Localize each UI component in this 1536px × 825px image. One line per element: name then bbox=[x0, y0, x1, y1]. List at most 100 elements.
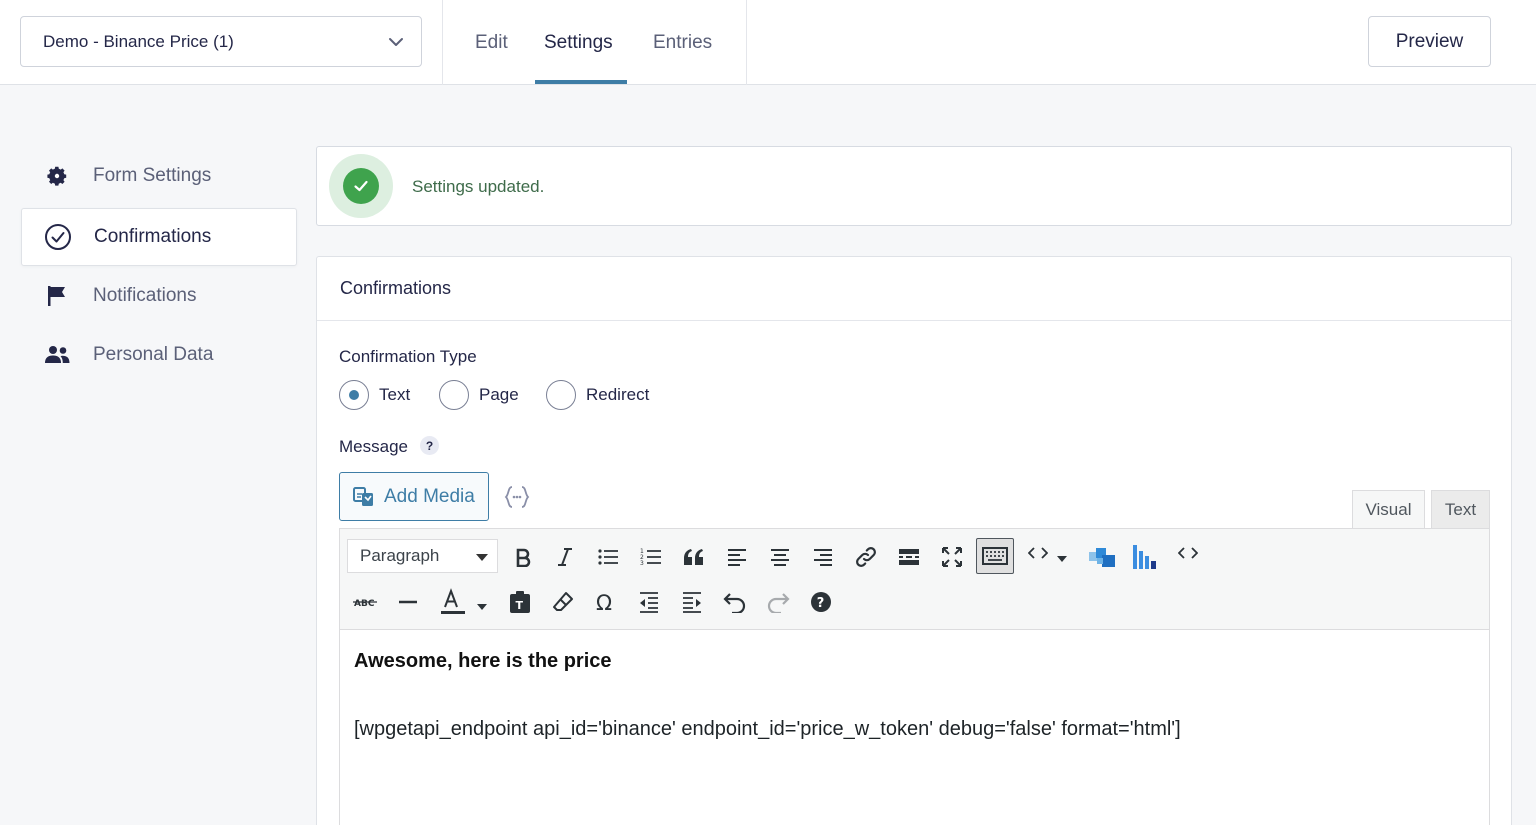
align-right-icon bbox=[814, 549, 832, 566]
strikethrough-button[interactable]: ABC bbox=[348, 585, 382, 619]
add-media-label: Add Media bbox=[384, 485, 475, 507]
text-color-caret[interactable] bbox=[470, 590, 494, 624]
form-switcher-dropdown[interactable]: Demo - Binance Price (1) bbox=[20, 16, 422, 67]
radio-label: Text bbox=[379, 385, 411, 404]
radio-circle bbox=[439, 380, 469, 410]
text-color-button[interactable] bbox=[434, 585, 468, 619]
source-code-button[interactable] bbox=[1171, 536, 1205, 570]
top-bar: Demo - Binance Price (1) Edit Settings E… bbox=[0, 0, 1536, 85]
svg-text:3: 3 bbox=[640, 560, 644, 567]
message-label: Message bbox=[339, 437, 408, 456]
gear-icon bbox=[43, 162, 71, 190]
indent-icon bbox=[683, 592, 701, 613]
undo-icon bbox=[723, 593, 746, 613]
divider bbox=[746, 0, 747, 85]
toolbar-toggle-button[interactable] bbox=[976, 538, 1014, 574]
svg-text:ABC: ABC bbox=[354, 599, 375, 609]
sidebar-item-form-settings[interactable]: Form Settings bbox=[21, 147, 297, 205]
editor-shortcode: [wpgetapi_endpoint api_id='binance' endp… bbox=[354, 718, 1181, 740]
media-icon bbox=[353, 486, 373, 506]
merge-tags-icon[interactable] bbox=[503, 484, 531, 510]
tab-entries[interactable]: Entries bbox=[653, 0, 712, 85]
align-center-icon bbox=[771, 549, 789, 566]
insert-link-button[interactable] bbox=[849, 540, 883, 574]
users-icon bbox=[43, 341, 71, 369]
help-icon[interactable]: ? bbox=[420, 436, 439, 455]
indent-button[interactable] bbox=[675, 585, 709, 619]
horizontal-line-button[interactable] bbox=[391, 585, 425, 619]
sidebar-item-notifications[interactable]: Notifications bbox=[21, 267, 297, 325]
paste-text-button[interactable]: T bbox=[503, 585, 537, 619]
bar-chart-icon bbox=[1133, 545, 1156, 569]
sidebar-item-label: Confirmations bbox=[94, 226, 212, 247]
code-embed-caret[interactable] bbox=[1050, 542, 1074, 576]
undo-button[interactable] bbox=[718, 585, 752, 619]
align-right-button[interactable] bbox=[806, 540, 840, 574]
align-center-button[interactable] bbox=[763, 540, 797, 574]
radio-text[interactable]: Text bbox=[339, 380, 410, 410]
clipboard-icon: T bbox=[510, 591, 530, 613]
bullet-list-button[interactable] bbox=[591, 540, 625, 574]
radio-page[interactable]: Page bbox=[439, 380, 519, 410]
italic-icon bbox=[558, 548, 572, 566]
strikethrough-icon: ABC bbox=[353, 599, 377, 609]
caret-down-icon bbox=[476, 554, 488, 561]
bullet-list-icon bbox=[598, 549, 618, 565]
radio-circle bbox=[546, 380, 576, 410]
puzzle-blocks-icon bbox=[1089, 548, 1115, 567]
code-icon bbox=[1178, 547, 1198, 559]
special-character-button[interactable]: Ω bbox=[589, 585, 623, 619]
radio-selected-dot bbox=[349, 390, 359, 400]
numbered-list-button[interactable]: 123 bbox=[634, 540, 668, 574]
tab-settings[interactable]: Settings bbox=[544, 0, 613, 85]
svg-text:T: T bbox=[516, 599, 524, 612]
fullscreen-icon bbox=[942, 547, 962, 567]
divider bbox=[442, 0, 443, 85]
omega-icon: Ω bbox=[596, 591, 612, 613]
keyboard-icon bbox=[982, 547, 1008, 565]
caret-down-icon bbox=[1057, 556, 1067, 562]
active-tab-indicator bbox=[535, 80, 627, 84]
sidebar-item-personal-data[interactable]: Personal Data bbox=[21, 326, 297, 384]
read-more-button[interactable] bbox=[892, 540, 926, 574]
blockquote-button[interactable] bbox=[677, 540, 711, 574]
bold-button[interactable] bbox=[506, 540, 540, 574]
outdent-button[interactable] bbox=[632, 585, 666, 619]
preview-button[interactable]: Preview bbox=[1368, 16, 1491, 67]
align-left-button[interactable] bbox=[720, 540, 754, 574]
tab-entries-label: Entries bbox=[653, 31, 713, 53]
redo-button[interactable] bbox=[761, 585, 795, 619]
insert-widget-button[interactable] bbox=[1085, 540, 1119, 574]
tab-text[interactable]: Text bbox=[1431, 490, 1490, 529]
radio-redirect[interactable]: Redirect bbox=[546, 380, 649, 410]
flag-icon bbox=[43, 282, 71, 310]
insert-chart-button[interactable] bbox=[1128, 540, 1162, 574]
message-editor[interactable]: Awesome, here is the price [wpgetapi_end… bbox=[339, 630, 1490, 825]
svg-text:Ω: Ω bbox=[596, 591, 612, 613]
eraser-icon bbox=[553, 592, 573, 611]
radio-circle bbox=[339, 380, 369, 410]
sidebar-item-confirmations[interactable]: Confirmations bbox=[21, 208, 297, 266]
check-circle-icon bbox=[44, 223, 72, 251]
format-select[interactable]: Paragraph bbox=[347, 539, 498, 573]
link-icon bbox=[856, 547, 876, 567]
redo-icon bbox=[767, 593, 790, 613]
help-circle-icon: ? bbox=[811, 592, 831, 612]
tab-settings-label: Settings bbox=[544, 31, 613, 53]
bold-icon bbox=[516, 548, 531, 567]
clear-formatting-button[interactable] bbox=[546, 585, 580, 619]
tab-edit[interactable]: Edit bbox=[475, 0, 508, 85]
fullscreen-button[interactable] bbox=[935, 540, 969, 574]
italic-button[interactable] bbox=[548, 540, 582, 574]
tab-edit-label: Edit bbox=[475, 31, 508, 53]
success-check-icon bbox=[343, 168, 379, 204]
confirmation-type-label: Confirmation Type bbox=[339, 347, 477, 366]
keyboard-shortcuts-button[interactable]: ? bbox=[804, 585, 838, 619]
tab-visual[interactable]: Visual bbox=[1352, 490, 1425, 529]
format-select-label: Paragraph bbox=[360, 546, 440, 565]
caret-down-icon bbox=[477, 604, 487, 610]
text-color-icon bbox=[441, 588, 465, 614]
quote-icon bbox=[684, 549, 703, 565]
add-media-button[interactable]: Add Media bbox=[339, 472, 489, 521]
notice-message: Settings updated. bbox=[412, 177, 545, 196]
